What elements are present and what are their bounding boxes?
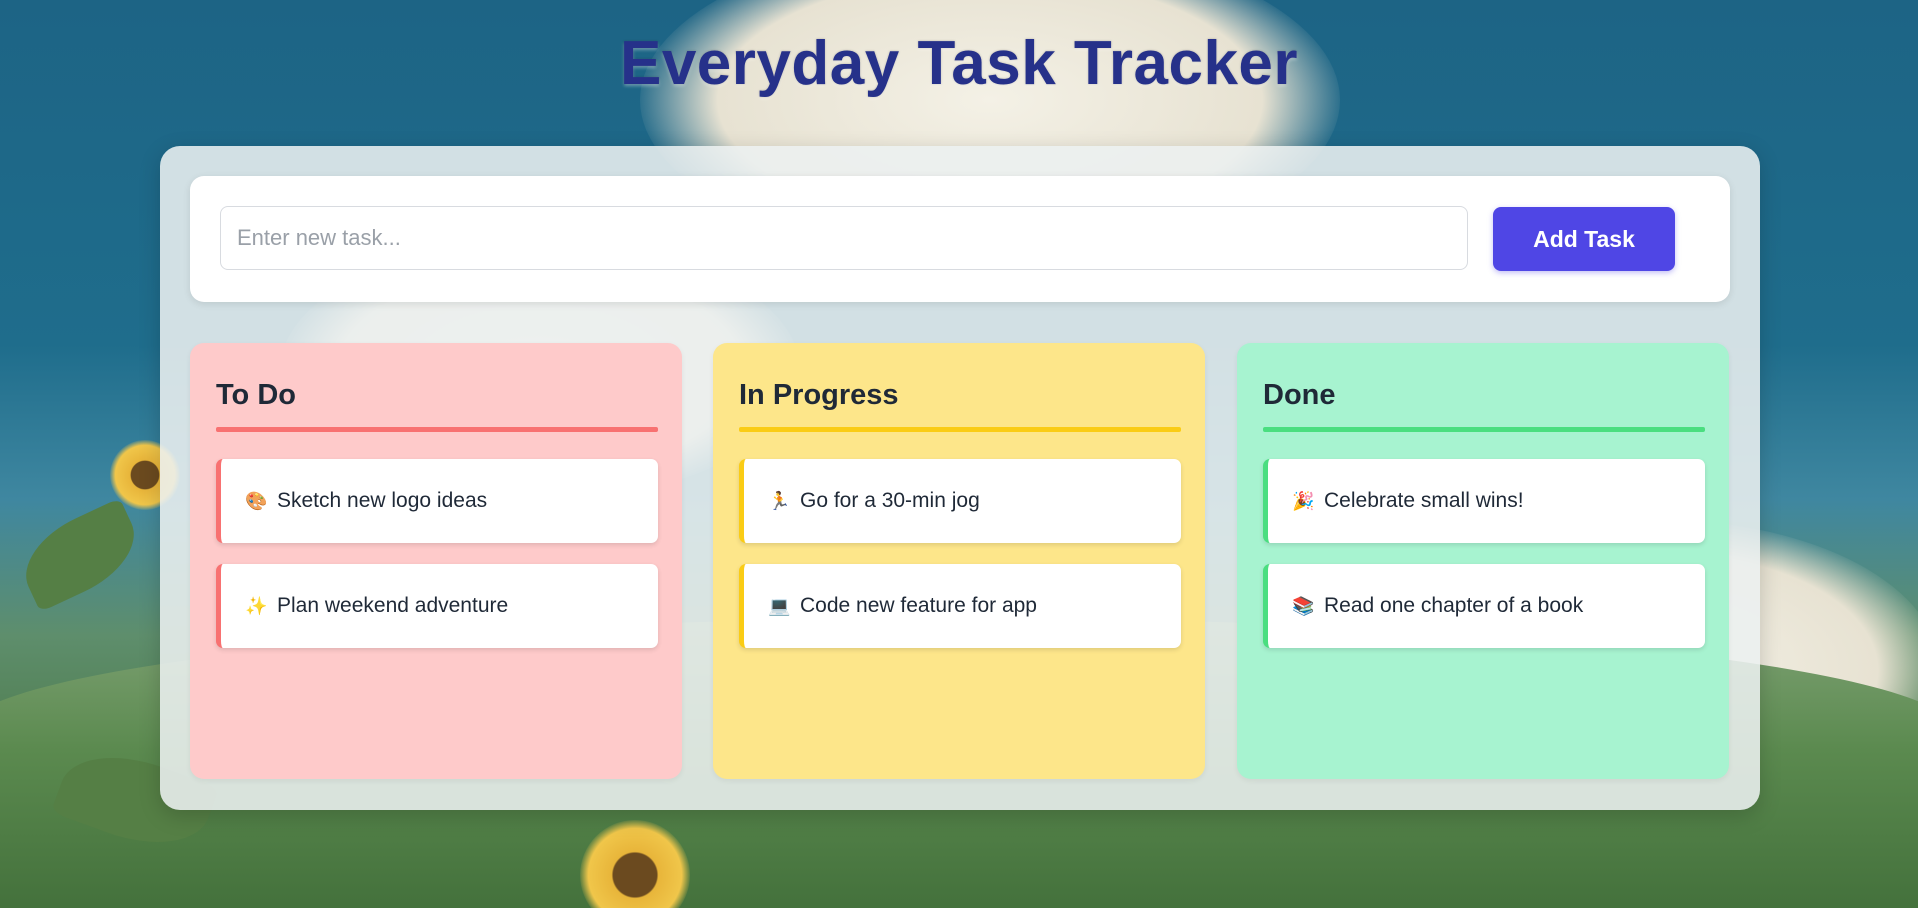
task-card[interactable]: ✨ Plan weekend adventure (216, 564, 658, 648)
column-divider (1263, 427, 1705, 432)
task-text: Read one chapter of a book (1324, 594, 1584, 617)
task-text: Code new feature for app (800, 594, 1037, 617)
column-title: To Do (216, 379, 296, 411)
column-title: In Progress (739, 379, 899, 411)
column-to-do: To Do 🎨 Sketch new logo ideas ✨ Plan wee… (190, 343, 682, 779)
task-text: Sketch new logo ideas (277, 489, 488, 512)
task-text: Plan weekend adventure (277, 594, 509, 617)
add-task-button[interactable]: Add Task (1493, 207, 1675, 271)
books-icon: 📚 (1292, 595, 1315, 617)
column-in-progress: In Progress 🏃 Go for a 30-min jog 💻 Code… (713, 343, 1205, 779)
column-divider (739, 427, 1181, 432)
task-card[interactable]: 📚 Read one chapter of a book (1263, 564, 1705, 648)
column-title: Done (1263, 379, 1336, 411)
party-popper-icon: 🎉 (1292, 490, 1315, 512)
leaf-illustration (10, 497, 150, 613)
column-done: Done 🎉 Celebrate small wins! 📚 Read one … (1237, 343, 1729, 779)
palette-icon: 🎨 (245, 490, 268, 512)
page-title: Everyday Task Tracker (619, 29, 1299, 98)
task-card[interactable]: 🏃 Go for a 30-min jog (739, 459, 1181, 543)
new-task-input[interactable] (220, 206, 1468, 270)
task-card[interactable]: 💻 Code new feature for app (739, 564, 1181, 648)
task-text: Go for a 30-min jog (800, 489, 980, 512)
add-task-bar: Add Task (190, 176, 1730, 302)
runner-icon: 🏃 (768, 490, 791, 512)
task-card[interactable]: 🎉 Celebrate small wins! (1263, 459, 1705, 543)
task-text: Celebrate small wins! (1324, 489, 1524, 512)
laptop-icon: 💻 (768, 595, 791, 617)
column-divider (216, 427, 658, 432)
task-card[interactable]: 🎨 Sketch new logo ideas (216, 459, 658, 543)
sparkles-icon: ✨ (245, 595, 268, 617)
task-board: Add Task To Do 🎨 Sketch new logo ideas ✨… (160, 146, 1760, 810)
